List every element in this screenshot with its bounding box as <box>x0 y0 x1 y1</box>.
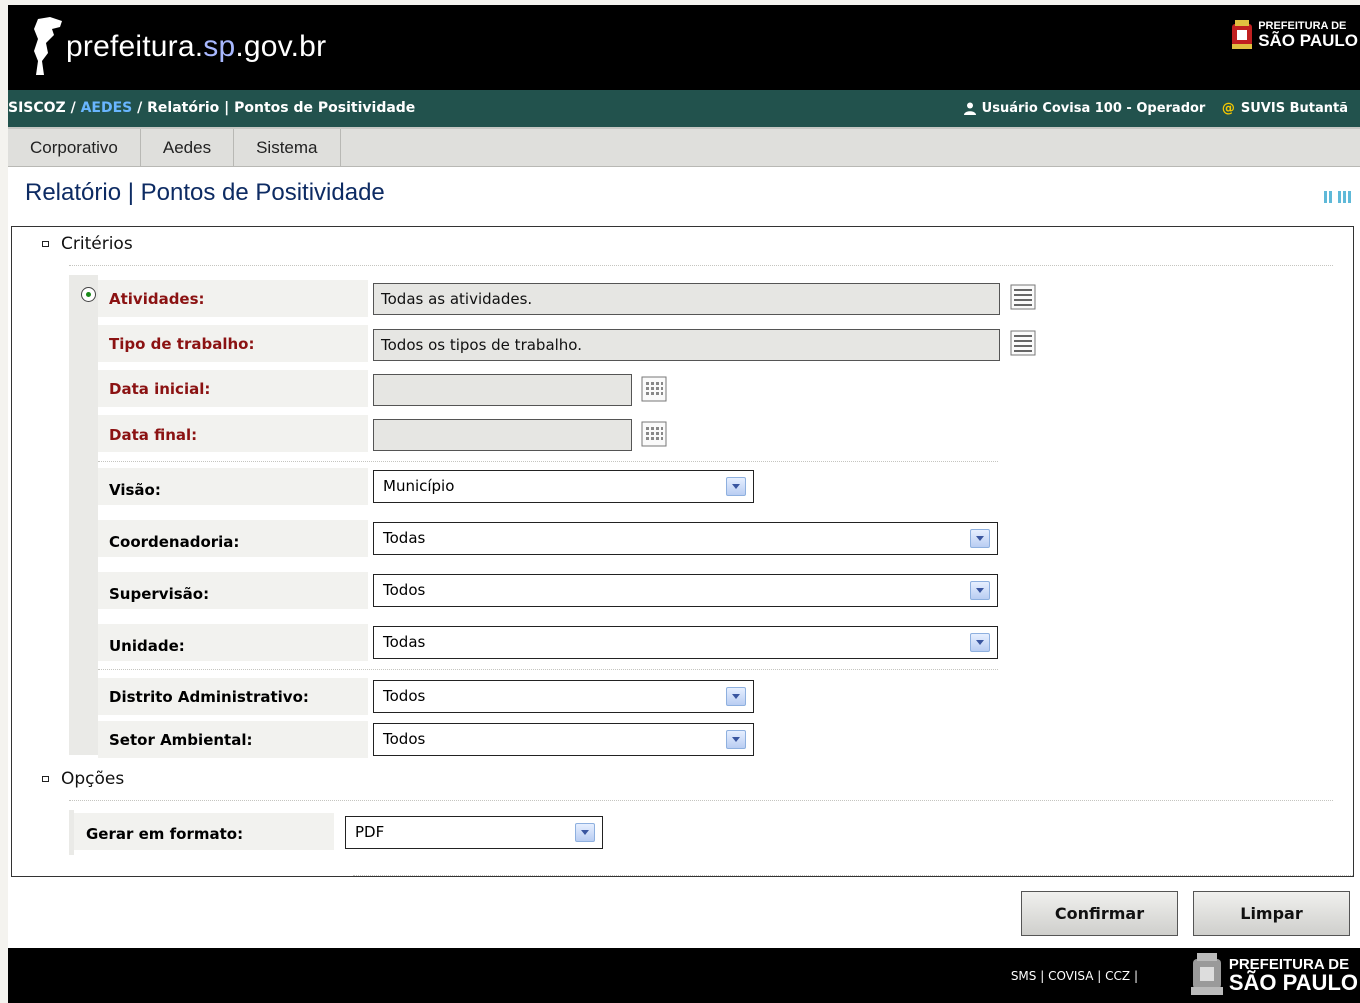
user-icon <box>963 102 976 115</box>
app-window: prefeitura.sp.gov.br PREFEITURA DE SÃO P… <box>8 5 1360 1003</box>
row-formato: Gerar em formato: PDF <box>74 813 674 851</box>
coordenadoria-select[interactable]: Todas <box>373 522 998 555</box>
sp-map-logo-icon <box>34 17 62 75</box>
chevron-down-icon[interactable] <box>575 823 595 842</box>
list-picker-icon[interactable] <box>1010 330 1036 356</box>
row-data-final: Data final: <box>98 415 998 453</box>
data-final-field[interactable] <box>373 419 632 451</box>
list-picker-icon[interactable] <box>1010 284 1036 310</box>
row-distrito: Distrito Administrativo: Todos <box>98 678 998 716</box>
calendar-icon[interactable] <box>641 421 667 447</box>
prefeitura-brand: PREFEITURA DE SÃO PAULO <box>1229 20 1358 50</box>
breadcrumb-module[interactable]: AEDES <box>81 100 133 116</box>
supervisao-label: Supervisão: <box>109 585 210 603</box>
breadcrumb: SISCOZ / AEDES / Relatório | Pontos de P… <box>8 100 416 116</box>
data-inicial-field[interactable] <box>373 374 632 406</box>
atividades-label: Atividades: <box>109 290 205 308</box>
user-name: Usuário Covisa 100 - Operador <box>981 101 1206 116</box>
decorative-bars <box>1324 191 1351 203</box>
chevron-down-icon[interactable] <box>970 581 990 600</box>
visao-select[interactable]: Município <box>373 470 754 503</box>
confirm-button[interactable]: Confirmar <box>1021 891 1178 936</box>
chevron-down-icon[interactable] <box>726 730 746 749</box>
tipo-trabalho-label: Tipo de trabalho: <box>109 335 255 353</box>
chevron-down-icon[interactable] <box>726 687 746 706</box>
section-criterios-header[interactable]: Critérios <box>42 234 133 254</box>
page-title: Relatório | Pontos de Positividade <box>25 179 385 206</box>
chevron-down-icon[interactable] <box>970 529 990 548</box>
row-coordenadoria: Coordenadoria: Todas <box>98 520 998 558</box>
criteria-radio[interactable] <box>81 287 96 302</box>
menu-item-sistema[interactable]: Sistema <box>234 129 341 166</box>
unidade-select[interactable]: Todas <box>373 626 998 659</box>
criteria-gutter <box>69 275 98 755</box>
clear-button[interactable]: Limpar <box>1193 891 1350 936</box>
user-info: Usuário Covisa 100 - Operador @ SUVIS Bu… <box>963 101 1348 116</box>
footer-links[interactable]: SMS | COVISA | CCZ | <box>1011 969 1138 983</box>
at-icon: @ <box>1221 101 1235 116</box>
row-supervisao: Supervisão: Todos <box>98 572 998 610</box>
divider <box>98 669 998 670</box>
atividades-field[interactable]: Todas as atividades. <box>373 283 1000 315</box>
row-setor: Setor Ambiental: Todos <box>98 721 998 759</box>
formato-label: Gerar em formato: <box>86 825 244 843</box>
row-visao: Visão: Município <box>98 468 998 506</box>
distrito-select[interactable]: Todos <box>373 680 754 713</box>
distrito-label: Distrito Administrativo: <box>109 688 309 706</box>
row-atividades: Atividades: Todas as atividades. <box>98 280 1036 318</box>
visao-label: Visão: <box>109 481 161 499</box>
main-menu: Corporativo Aedes Sistema <box>8 129 1360 167</box>
setor-label: Setor Ambiental: <box>109 731 253 749</box>
menu-item-aedes[interactable]: Aedes <box>141 129 235 166</box>
row-data-inicial: Data inicial: <box>98 370 998 408</box>
formato-select[interactable]: PDF <box>345 816 603 849</box>
site-name[interactable]: prefeitura.sp.gov.br <box>66 30 326 64</box>
calendar-icon[interactable] <box>641 376 667 402</box>
chevron-down-icon[interactable] <box>970 633 990 652</box>
collapse-icon <box>42 241 49 247</box>
menu-item-corporativo[interactable]: Corporativo <box>8 129 141 166</box>
coordenadoria-label: Coordenadoria: <box>109 533 240 551</box>
divider <box>353 875 1353 876</box>
row-unidade: Unidade: Todas <box>98 624 998 662</box>
row-tipo-trabalho: Tipo de trabalho: Todos os tipos de trab… <box>98 325 1036 363</box>
city-crest-icon <box>1232 20 1253 49</box>
user-unit: SUVIS Butantã <box>1240 101 1348 116</box>
chevron-down-icon[interactable] <box>726 477 746 496</box>
footer-brand: PREFEITURA DE SÃO PAULO <box>1189 953 1358 997</box>
breadcrumb-bar: SISCOZ / AEDES / Relatório | Pontos de P… <box>8 90 1360 129</box>
divider <box>69 800 1333 801</box>
divider <box>69 265 1333 266</box>
supervisao-select[interactable]: Todos <box>373 574 998 607</box>
setor-select[interactable]: Todos <box>373 723 754 756</box>
breadcrumb-current: Relatório | Pontos de Positividade <box>147 100 416 116</box>
unidade-label: Unidade: <box>109 637 185 655</box>
data-final-label: Data final: <box>109 426 198 444</box>
section-opcoes-header[interactable]: Opções <box>42 769 124 789</box>
footer: SMS | COVISA | CCZ | PREFEITURA DE SÃO P… <box>8 948 1360 1003</box>
data-inicial-label: Data inicial: <box>109 380 211 398</box>
city-crest-icon <box>1190 953 1223 995</box>
divider <box>98 461 998 462</box>
tipo-trabalho-field[interactable]: Todos os tipos de trabalho. <box>373 329 1000 361</box>
breadcrumb-root[interactable]: SISCOZ <box>8 100 66 116</box>
top-header: prefeitura.sp.gov.br PREFEITURA DE SÃO P… <box>8 5 1360 90</box>
collapse-icon <box>42 776 49 782</box>
